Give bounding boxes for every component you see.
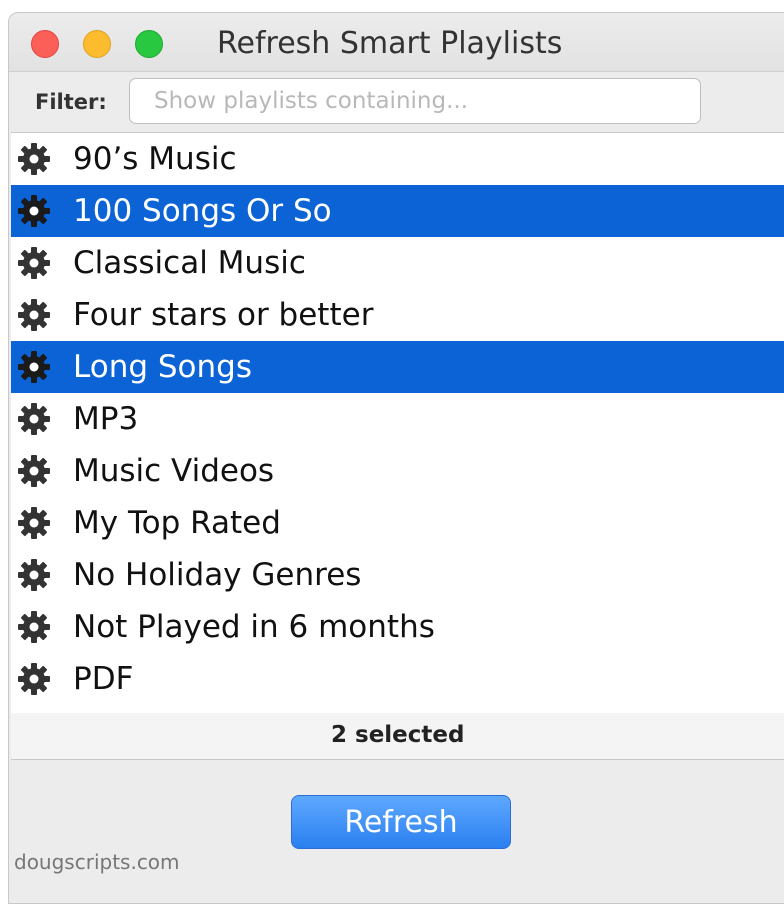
playlist-name: No Holiday Genres — [73, 557, 362, 593]
playlist-name: Long Songs — [73, 349, 252, 385]
playlist-row[interactable]: My Top Rated — [11, 497, 784, 549]
playlist-row[interactable]: Four stars or better — [11, 289, 784, 341]
playlist-name: 90’s Music — [73, 141, 237, 177]
zoom-window-button[interactable] — [135, 30, 163, 58]
gear-icon — [18, 351, 50, 383]
refresh-button[interactable]: Refresh — [291, 795, 511, 849]
playlist-row[interactable]: 90’s Music — [11, 133, 784, 185]
filter-label: Filter: — [35, 90, 107, 114]
gear-icon — [18, 403, 50, 435]
playlist-row[interactable]: Long Songs — [11, 341, 784, 393]
playlist-name: Four stars or better — [73, 297, 374, 333]
refresh-smart-playlists-window: Refresh Smart Playlists Filter: 90’s Mus… — [8, 12, 784, 904]
gear-icon — [18, 299, 50, 331]
playlist-row[interactable]: 100 Songs Or So — [11, 185, 784, 237]
filter-bar: Filter: — [9, 72, 784, 132]
gear-icon — [18, 247, 50, 279]
playlist-name: Classical Music — [73, 245, 306, 281]
close-window-button[interactable] — [31, 30, 59, 58]
gear-icon — [18, 455, 50, 487]
playlist-name: 100 Songs Or So — [73, 193, 332, 229]
gear-icon — [18, 611, 50, 643]
window-title: Refresh Smart Playlists — [217, 26, 563, 61]
playlist-name: PDF — [73, 661, 134, 697]
title-bar: Refresh Smart Playlists — [9, 13, 784, 72]
playlist-row[interactable]: Not Played in 6 months — [11, 601, 784, 653]
playlist-row[interactable]: PDF — [11, 653, 784, 705]
playlist-row[interactable]: MP3 — [11, 393, 784, 445]
playlist-name: Not Played in 6 months — [73, 609, 435, 645]
gear-icon — [18, 559, 50, 591]
footer-credit: dougscripts.com — [14, 850, 180, 874]
selection-count: 2 selected — [331, 722, 465, 748]
playlist-row[interactable]: Music Videos — [11, 445, 784, 497]
playlist-name: MP3 — [73, 401, 139, 437]
gear-icon — [18, 663, 50, 695]
status-bar: 2 selected — [11, 713, 784, 760]
playlist-list[interactable]: 90’s Music 100 Songs Or So Classical Music… — [11, 132, 784, 714]
playlist-row[interactable]: Classical Music — [11, 237, 784, 289]
gear-icon — [18, 195, 50, 227]
filter-input[interactable] — [129, 78, 701, 124]
minimize-window-button[interactable] — [83, 30, 111, 58]
gear-icon — [18, 143, 50, 175]
playlist-name: My Top Rated — [73, 505, 281, 541]
gear-icon — [18, 507, 50, 539]
playlist-name: Music Videos — [73, 453, 275, 489]
playlist-row[interactable]: No Holiday Genres — [11, 549, 784, 601]
